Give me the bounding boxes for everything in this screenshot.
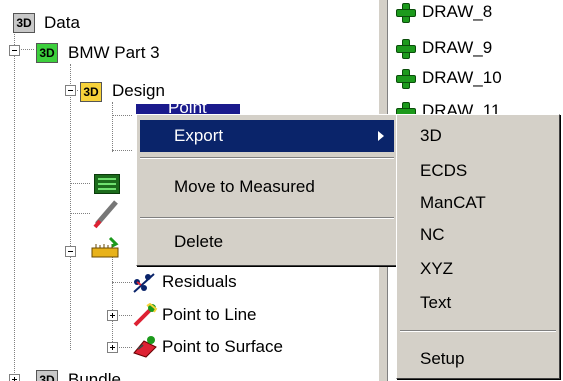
menu-item-move-to-measured[interactable]: Move to Measured xyxy=(140,171,394,203)
add-icon xyxy=(396,3,416,23)
menu-item-label: ManCAT xyxy=(420,193,486,212)
3d-folder-icon: 3D xyxy=(13,13,35,33)
tree-node-bundle[interactable]: 3D Bundle xyxy=(0,365,200,381)
submenu-item-text[interactable]: Text xyxy=(400,287,556,319)
tree-line xyxy=(112,102,113,152)
submenu-arrow-icon xyxy=(378,131,384,141)
point-list-icon xyxy=(94,174,120,194)
submenu-item-xyz[interactable]: XYZ xyxy=(400,253,556,285)
tree-line xyxy=(112,115,132,116)
add-icon xyxy=(396,69,416,89)
menu-item-label: Text xyxy=(420,293,452,312)
menu-item-label: Export xyxy=(174,126,224,145)
list-item-label: DRAW_9 xyxy=(422,38,493,57)
list-item-label: DRAW_8 xyxy=(422,2,493,21)
menu-item-label: Setup xyxy=(420,349,465,368)
tree-node-data[interactable]: 3D Data xyxy=(0,8,200,38)
tree-line xyxy=(70,213,90,214)
residuals-icon xyxy=(132,272,156,294)
3d-folder-icon: 3D xyxy=(36,370,58,381)
tree-node-label: Point to Line xyxy=(162,305,257,324)
context-menu: Export Move to Measured Delete xyxy=(136,114,398,266)
menu-item-label: Move to Measured xyxy=(174,177,315,196)
tree-node-label: Bundle xyxy=(68,370,121,381)
tree-node-point-to-line[interactable]: Point to Line xyxy=(0,300,260,330)
tree-node-label: BMW Part 3 xyxy=(68,43,160,62)
point-to-surface-icon xyxy=(132,335,158,359)
pencil-icon xyxy=(92,198,120,230)
3d-design-icon: 3D xyxy=(80,82,102,102)
tree-node-label: Data xyxy=(44,13,80,32)
tree-node-design[interactable]: 3D Design xyxy=(0,76,260,106)
submenu-item-nc[interactable]: NC xyxy=(400,219,556,251)
menu-item-label: ECDS xyxy=(420,161,468,180)
tree-node-residuals[interactable]: Residuals xyxy=(0,267,260,297)
submenu-item-mancat[interactable]: ManCAT xyxy=(400,187,556,219)
tree-node-point-to-surface[interactable]: Point to Surface xyxy=(0,332,283,362)
collapse-icon[interactable] xyxy=(65,246,76,257)
submenu-item-ecds[interactable]: ECDS xyxy=(400,155,556,187)
3d-part-icon: 3D xyxy=(36,43,58,63)
menu-separator xyxy=(400,330,556,332)
menu-item-label: 3D xyxy=(420,126,442,145)
menu-item-delete[interactable]: Delete xyxy=(140,226,394,258)
menu-item-label: Delete xyxy=(174,232,224,251)
tree-node-label: Point to Surface xyxy=(162,337,283,356)
list-item-label: DRAW_10 xyxy=(422,68,502,87)
menu-item-label: XYZ xyxy=(420,259,454,278)
menu-item-export[interactable]: Export xyxy=(140,120,394,152)
ruler-icon xyxy=(90,236,120,258)
tree-line xyxy=(70,183,90,184)
tree-node-bmw-part-3[interactable]: 3D BMW Part 3 xyxy=(0,38,260,68)
add-icon xyxy=(396,39,416,59)
submenu-item-3d[interactable]: 3D xyxy=(400,120,556,152)
tree-node-label: Residuals xyxy=(162,272,237,291)
menu-separator xyxy=(140,157,394,159)
export-submenu: 3D ECDS ManCAT NC XYZ Text Setup xyxy=(396,114,560,379)
menu-separator xyxy=(140,217,394,219)
menu-item-label: NC xyxy=(420,225,445,244)
tree-line xyxy=(112,150,132,151)
submenu-item-setup[interactable]: Setup xyxy=(400,343,556,375)
tree-node-label: Design xyxy=(112,81,165,100)
point-to-line-icon xyxy=(132,302,158,327)
